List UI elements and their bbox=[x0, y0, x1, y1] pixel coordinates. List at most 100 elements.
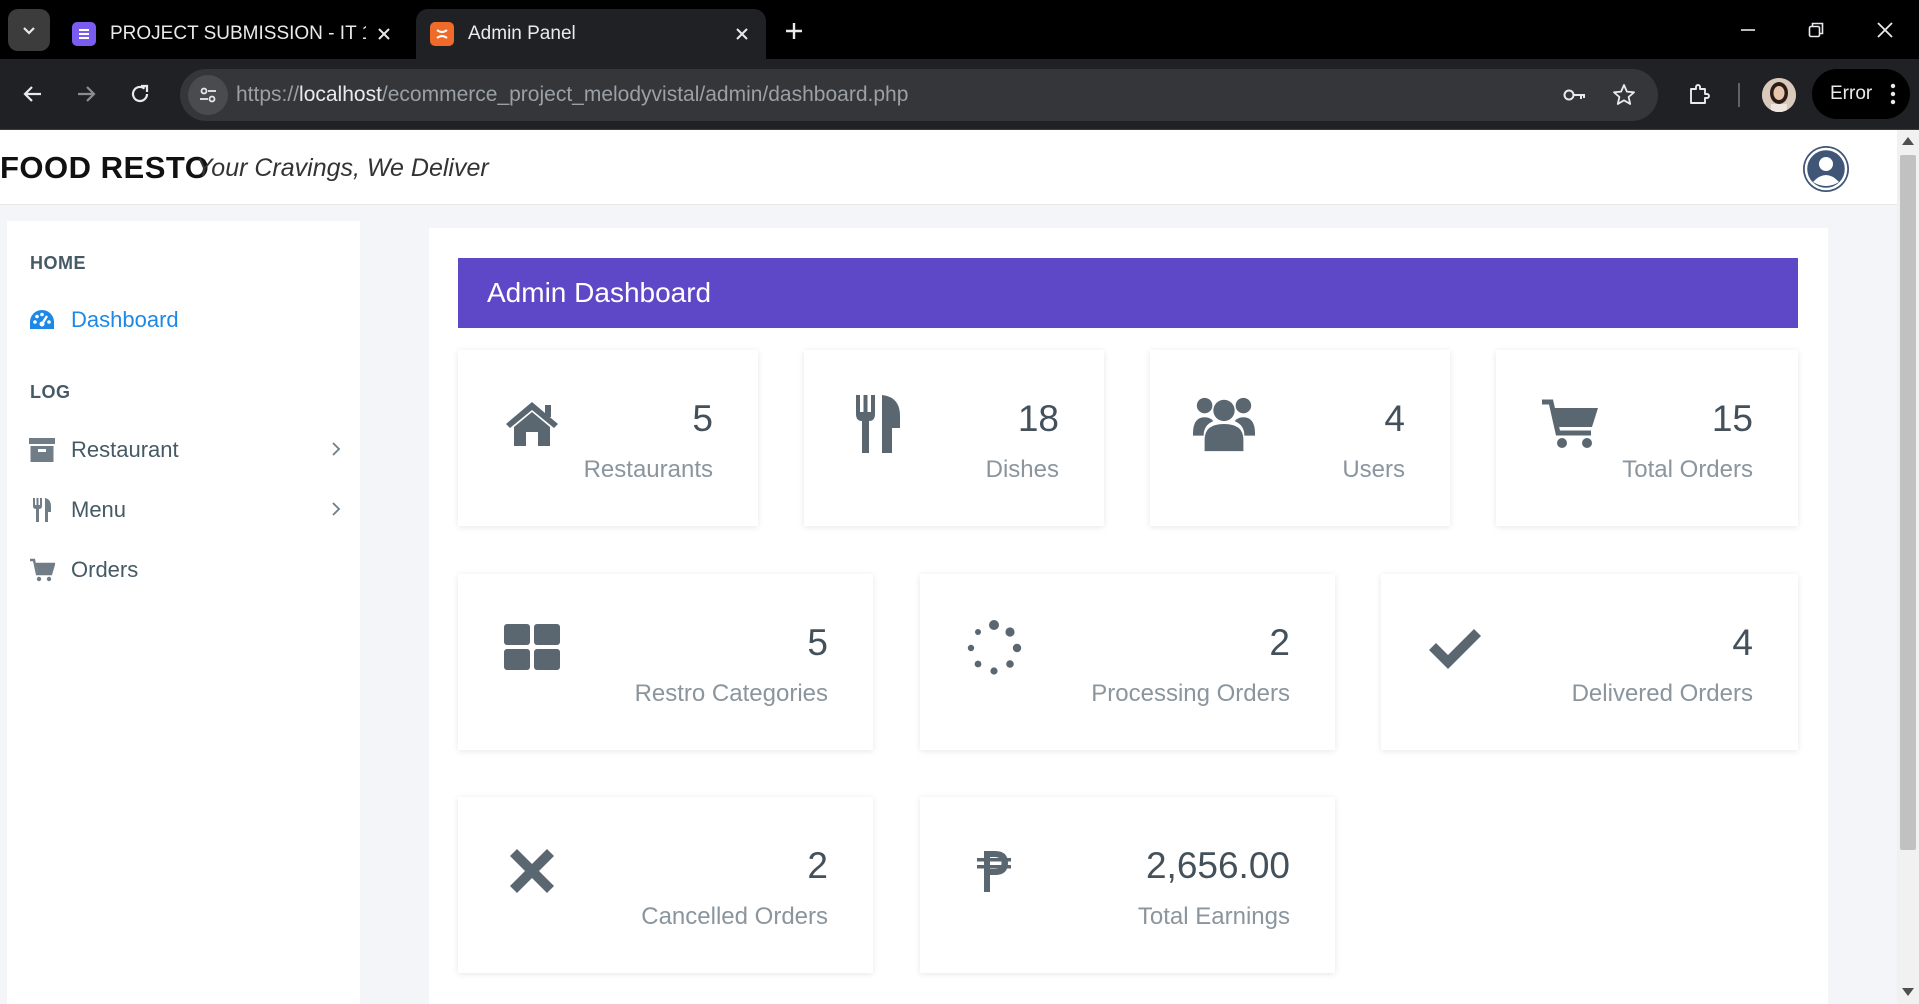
stat-label: Restaurants bbox=[583, 456, 713, 483]
site-info-button[interactable] bbox=[188, 75, 228, 115]
profile-error-label: Error bbox=[1830, 83, 1873, 104]
sidebar-item-label: Dashboard bbox=[71, 307, 179, 332]
sidebar-item-menu[interactable]: Menu bbox=[7, 487, 360, 533]
extensions-button[interactable] bbox=[1677, 72, 1721, 116]
stat-value: 2 bbox=[807, 845, 828, 886]
check-icon bbox=[1423, 616, 1487, 680]
stat-value: 15 bbox=[1711, 398, 1753, 439]
address-bar[interactable]: https://localhost/ecommerce_project_melo… bbox=[180, 69, 1658, 121]
stat-card-dishes[interactable]: 18 Dishes bbox=[804, 350, 1104, 526]
sidebar-heading-home: HOME bbox=[30, 253, 86, 273]
stat-card-users[interactable]: 4 Users bbox=[1150, 350, 1450, 526]
plus-icon bbox=[786, 23, 802, 39]
spinner-icon bbox=[962, 616, 1026, 680]
page-viewport: FOOD RESTO Your Cravings, We Deliver HOM… bbox=[0, 130, 1897, 1004]
close-tab-icon[interactable] bbox=[724, 16, 760, 52]
stat-value: 4 bbox=[1732, 622, 1753, 663]
scroll-up-icon[interactable] bbox=[1902, 137, 1914, 145]
stat-card-restro-categories[interactable]: 5 Restro Categories bbox=[458, 574, 873, 750]
stat-label: Processing Orders bbox=[1091, 680, 1290, 707]
url-text: https://localhost/ecommerce_project_melo… bbox=[236, 83, 908, 107]
restore-icon bbox=[1808, 22, 1824, 38]
reload-icon bbox=[131, 84, 149, 103]
stat-value: 5 bbox=[692, 398, 713, 439]
stat-label: Restro Categories bbox=[634, 680, 828, 707]
stat-card-delivered-orders[interactable]: 4 Delivered Orders bbox=[1381, 574, 1798, 750]
page-scrollbar[interactable] bbox=[1897, 130, 1919, 1004]
tab-admin-panel[interactable]: Admin Panel bbox=[416, 9, 766, 59]
stat-label: Users bbox=[1342, 456, 1405, 483]
chevron-right-icon bbox=[330, 500, 342, 523]
stat-card-total-earnings[interactable]: 2,656.00 Total Earnings bbox=[920, 797, 1335, 973]
chevron-right-icon bbox=[330, 440, 342, 463]
tab-title: Admin Panel bbox=[468, 23, 576, 44]
user-avatar-button[interactable] bbox=[1803, 146, 1849, 192]
profile-avatar[interactable] bbox=[1762, 78, 1796, 112]
forms-favicon-icon bbox=[72, 22, 96, 46]
brand-logo[interactable]: FOOD RESTO bbox=[0, 150, 209, 186]
close-icon bbox=[1877, 22, 1893, 38]
minimize-button[interactable] bbox=[1718, 6, 1778, 54]
stat-value: 2,656.00 bbox=[1145, 845, 1290, 886]
close-window-button[interactable] bbox=[1855, 6, 1915, 54]
toolbar-divider bbox=[1738, 83, 1740, 107]
tune-icon bbox=[200, 87, 216, 103]
sidebar-item-label: Restaurant bbox=[71, 437, 179, 462]
tab-search-button[interactable] bbox=[8, 9, 50, 51]
more-menu-icon[interactable] bbox=[1890, 82, 1896, 112]
reload-button[interactable] bbox=[118, 72, 162, 116]
stat-card-processing-orders[interactable]: 2 Processing Orders bbox=[920, 574, 1335, 750]
stat-card-total-orders[interactable]: 15 Total Orders bbox=[1496, 350, 1798, 526]
password-key-icon[interactable] bbox=[1556, 77, 1592, 113]
scroll-down-icon[interactable] bbox=[1902, 988, 1914, 996]
back-button[interactable] bbox=[11, 72, 55, 116]
sidebar-item-dashboard[interactable]: Dashboard bbox=[7, 297, 360, 343]
stat-label: Delivered Orders bbox=[1571, 680, 1753, 707]
peso-icon bbox=[962, 839, 1026, 903]
brand-tagline: Your Cravings, We Deliver bbox=[196, 154, 489, 182]
stat-value: 5 bbox=[807, 622, 828, 663]
puzzle-icon bbox=[1690, 84, 1710, 104]
tab-project-submission[interactable]: PROJECT SUBMISSION - IT 107 bbox=[58, 9, 408, 59]
bookmark-star-icon[interactable] bbox=[1606, 77, 1642, 113]
arrow-right-icon bbox=[78, 86, 96, 102]
url-path: /ecommerce_project_melodyvistal/admin/da… bbox=[381, 83, 909, 106]
stat-label: Total Orders bbox=[1622, 456, 1753, 483]
dashboard-card: Admin Dashboard 5 Restaurants 18 Dishes … bbox=[429, 228, 1828, 1004]
forward-button[interactable] bbox=[64, 72, 108, 116]
page-title: Admin Dashboard bbox=[487, 277, 712, 308]
users-icon bbox=[1192, 392, 1256, 456]
sidebar-item-restaurant[interactable]: Restaurant bbox=[7, 427, 360, 473]
user-icon bbox=[1804, 147, 1848, 191]
home-icon bbox=[500, 392, 564, 456]
stat-card-restaurants[interactable]: 5 Restaurants bbox=[458, 350, 758, 526]
sidebar-item-label: Menu bbox=[71, 497, 127, 522]
close-tab-icon[interactable] bbox=[366, 16, 402, 52]
x-icon bbox=[500, 839, 564, 903]
dashboard-gauge-icon bbox=[27, 305, 57, 335]
sidebar-item-orders[interactable]: Orders bbox=[7, 547, 360, 593]
sidebar: HOME Dashboard LOG Restaurant Menu Order… bbox=[7, 221, 360, 1004]
stat-value: 18 bbox=[1017, 398, 1059, 439]
stat-label: Total Earnings bbox=[1137, 903, 1290, 930]
xampp-favicon-icon bbox=[430, 22, 454, 46]
sidebar-heading-log: LOG bbox=[30, 382, 71, 402]
stat-value: 4 bbox=[1384, 398, 1405, 439]
url-host: localhost bbox=[299, 83, 382, 106]
arrow-left-icon bbox=[23, 86, 41, 102]
cart-icon bbox=[27, 555, 57, 585]
grid-icon bbox=[500, 616, 564, 680]
minimize-icon bbox=[1741, 29, 1755, 31]
stat-card-cancelled-orders[interactable]: 2 Cancelled Orders bbox=[458, 797, 873, 973]
scrollbar-thumb[interactable] bbox=[1900, 155, 1916, 850]
tab-title: PROJECT SUBMISSION - IT 107 bbox=[110, 23, 366, 44]
sidebar-item-label: Orders bbox=[71, 557, 139, 582]
chevron-down-icon bbox=[23, 27, 35, 35]
dashboard-header: Admin Dashboard bbox=[458, 258, 1798, 328]
profile-error-button[interactable]: Error bbox=[1812, 69, 1910, 119]
browser-tab-bar: PROJECT SUBMISSION - IT 107 Admin Panel bbox=[0, 0, 1919, 59]
restore-button[interactable] bbox=[1786, 6, 1846, 54]
utensils-icon bbox=[27, 495, 57, 525]
site-topbar: FOOD RESTO Your Cravings, We Deliver bbox=[0, 130, 1897, 205]
new-tab-button[interactable] bbox=[776, 13, 812, 49]
